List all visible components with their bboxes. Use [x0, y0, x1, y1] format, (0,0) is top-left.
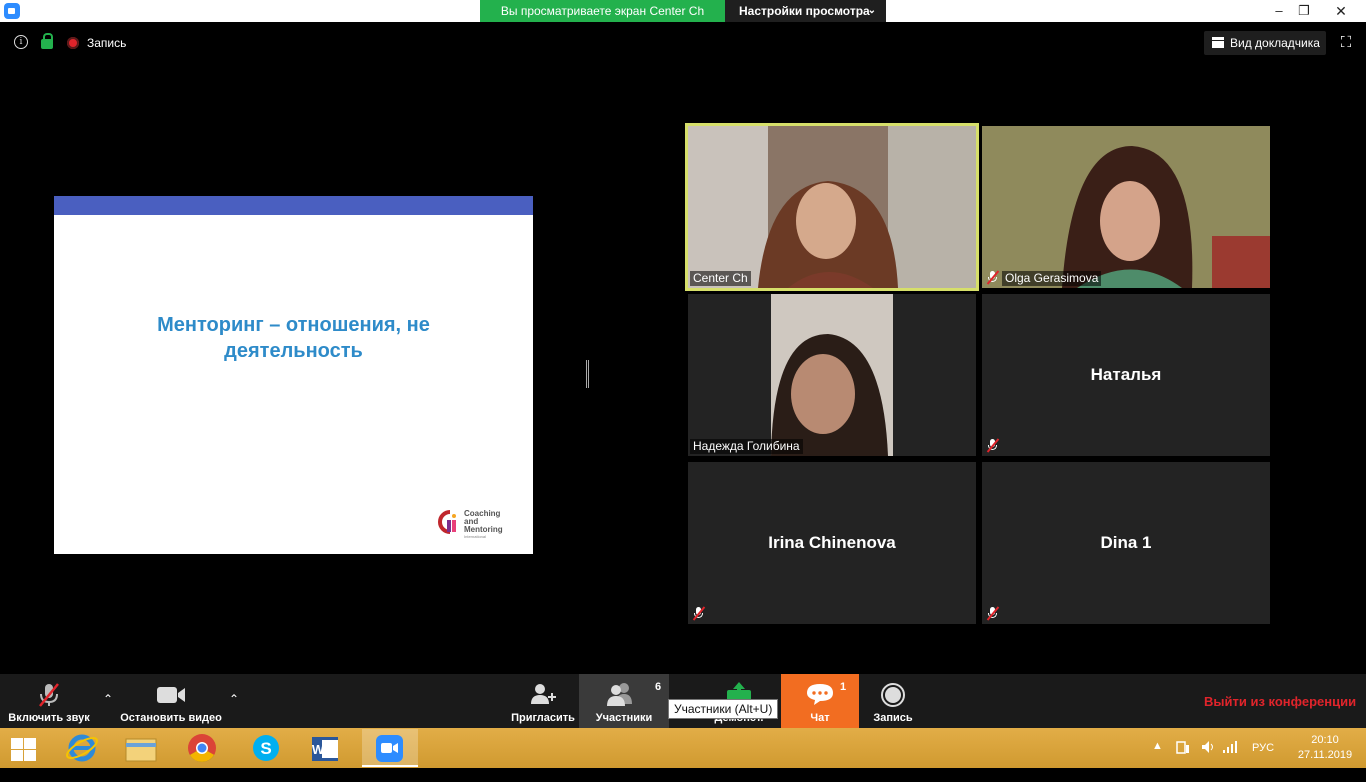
- participant-video-olga-gerasimova: [982, 126, 1270, 288]
- participant-name: Надежда Голибина: [690, 439, 803, 454]
- zoom-icon[interactable]: [362, 729, 418, 767]
- unmute-label: Включить звук: [8, 712, 90, 724]
- slide-header-band: [54, 196, 533, 215]
- chat-button[interactable]: Чат: [781, 674, 859, 728]
- lock-icon[interactable]: [41, 33, 53, 49]
- word-icon[interactable]: W: [298, 729, 354, 767]
- video-camera-icon: [157, 687, 185, 703]
- file-explorer-icon[interactable]: [113, 729, 169, 767]
- clock-time: 20:10: [1311, 734, 1339, 746]
- recording-label: Запись: [87, 36, 127, 50]
- speaker-view-button[interactable]: Вид докладчика: [1204, 31, 1326, 55]
- input-language[interactable]: РУС: [1252, 742, 1274, 782]
- video-tile-nadezhda-golibina[interactable]: Надежда Голибина: [688, 294, 976, 456]
- video-tile-dina-1[interactable]: Dina 1: [982, 462, 1270, 624]
- muted-microphone-icon: [39, 683, 59, 707]
- participant-name: Irina Chinenova: [768, 533, 896, 552]
- slide-title-line2: деятельность: [224, 340, 363, 362]
- logo-text-line3: Mentoring: [464, 525, 503, 534]
- view-options-button[interactable]: Настройки просмотра ⌄: [725, 0, 886, 22]
- logo-subtext: International: [464, 534, 487, 539]
- info-icon[interactable]: i: [14, 35, 28, 49]
- participant-name: Dina 1: [1100, 533, 1152, 552]
- skype-icon[interactable]: S: [238, 729, 294, 767]
- cmi-logo-icon: [438, 510, 456, 534]
- speaker-view-label: Вид докладчика: [1230, 36, 1320, 50]
- stop-video-label: Остановить видео: [120, 712, 222, 724]
- close-button[interactable]: ✕: [1318, 0, 1364, 22]
- internet-explorer-icon[interactable]: [54, 729, 110, 767]
- volume-icon[interactable]: [1200, 739, 1216, 779]
- leave-meeting-button[interactable]: Выйти из конференции: [1204, 694, 1356, 709]
- record-label: Запись: [873, 712, 913, 724]
- stop-video-button[interactable]: Остановить видео: [118, 674, 224, 728]
- fullscreen-icon[interactable]: ⛶: [1338, 35, 1354, 51]
- device-tray-icon[interactable]: [1175, 739, 1191, 779]
- muted-mic-icon: [986, 438, 1000, 453]
- invite-button[interactable]: Пригласить: [508, 674, 578, 728]
- muted-mic-icon: [986, 270, 1000, 285]
- participants-count-badge: 6: [655, 681, 662, 693]
- chat-bubble-icon: [807, 684, 833, 705]
- unmute-button[interactable]: Включить звук: [4, 674, 94, 728]
- chrome-icon[interactable]: [174, 729, 230, 767]
- coaching-mentoring-logo: Coaching and Mentoring International: [436, 506, 526, 542]
- view-options-label: Настройки просмотра: [739, 4, 870, 18]
- video-tile-natalya[interactable]: Наталья: [982, 294, 1270, 456]
- invite-label: Пригласить: [511, 712, 575, 724]
- participant-name: Наталья: [1090, 365, 1162, 384]
- shared-screen-slide: Менторинг – отношения, не деятельность C…: [54, 196, 533, 554]
- chat-label: Чат: [810, 712, 830, 724]
- add-person-icon: [531, 684, 556, 704]
- video-tile-olga-gerasimova[interactable]: Olga Gerasimova: [982, 126, 1270, 288]
- windows-taskbar: S W ▲ РУС 20:10 27.11.2019: [0, 728, 1366, 768]
- share-banner: Вы просматриваете экран Center Ch: [480, 0, 725, 22]
- video-tile-center-ch[interactable]: Center Ch: [685, 123, 979, 291]
- chevron-down-icon: ⌄: [867, 5, 876, 16]
- chat-count-badge: 1: [840, 681, 847, 693]
- audio-options-caret-icon[interactable]: ⌃: [102, 692, 114, 706]
- record-button[interactable]: Запись: [862, 674, 924, 728]
- participant-name: Center Ch: [690, 271, 751, 286]
- zoom-logo-icon: [4, 3, 20, 19]
- gallery-grid-icon: [1212, 37, 1224, 48]
- record-icon: [881, 683, 905, 707]
- participants-tooltip: Участники (Alt+U): [668, 699, 779, 719]
- participants-icon: [606, 683, 632, 706]
- svg-text:S: S: [260, 739, 271, 758]
- tray-expand-icon[interactable]: ▲: [1152, 740, 1163, 780]
- participant-video-nadezhda-golibina: [688, 294, 976, 456]
- slide-title-line1: Менторинг – отношения, не: [157, 314, 430, 336]
- muted-mic-icon: [692, 606, 706, 621]
- clock-date: 27.11.2019: [1297, 749, 1353, 761]
- windows-start-icon[interactable]: [9, 736, 37, 762]
- taskbar-clock[interactable]: 20:10 27.11.2019: [1290, 733, 1360, 763]
- svg-text:W: W: [312, 742, 325, 757]
- network-signal-icon[interactable]: [1222, 739, 1238, 779]
- muted-mic-icon: [986, 606, 1000, 621]
- recording-dot-icon: [67, 37, 79, 49]
- participants-label: Участники: [595, 712, 653, 724]
- participant-name: Olga Gerasimova: [1002, 271, 1102, 286]
- video-tile-irina-chinenova[interactable]: Irina Chinenova: [688, 462, 976, 624]
- video-options-caret-icon[interactable]: ⌃: [228, 692, 240, 706]
- slide-title: Менторинг – отношения, не деятельность: [74, 312, 513, 364]
- panel-splitter-handle[interactable]: [586, 360, 589, 388]
- maximize-button[interactable]: ❐: [1289, 0, 1319, 22]
- participant-video-center-ch: [688, 126, 976, 288]
- window-titlebar: Вы просматриваете экран Center Ch Настро…: [0, 0, 1366, 22]
